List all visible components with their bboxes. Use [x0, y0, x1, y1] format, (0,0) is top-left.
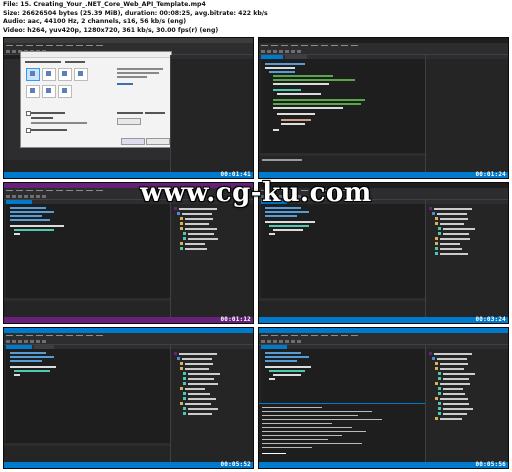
output-panel: [4, 160, 170, 172]
audio-info-line: Audio: aac, 44100 Hz, 2 channels, s16, 5…: [3, 18, 187, 26]
output-panel: [259, 301, 425, 317]
template-web-app[interactable]: [58, 68, 72, 81]
new-project-dialog[interactable]: [20, 51, 172, 148]
solution-explorer[interactable]: [170, 345, 253, 462]
video-frame-2: 00:01:24: [258, 37, 509, 179]
code-editor[interactable]: [6, 349, 172, 446]
change-auth-button[interactable]: [117, 118, 141, 125]
file-size-line: Size: 26626504 bytes (25.39 MiB), durati…: [3, 9, 268, 17]
enable-docker-checkbox[interactable]: [26, 111, 31, 116]
template-mvc[interactable]: [74, 68, 88, 81]
solution-explorer[interactable]: [425, 200, 508, 317]
ok-button[interactable]: [121, 138, 145, 145]
file-name-line: File: 15. Creating_Your_.NET_Core_Web_AP…: [3, 1, 206, 8]
solution-explorer[interactable]: [425, 345, 508, 462]
template-empty[interactable]: [26, 68, 40, 81]
code-editor[interactable]: [261, 204, 427, 301]
status-bar: 00:01:12: [4, 317, 253, 323]
template-react-redux[interactable]: [58, 85, 72, 98]
code-editor[interactable]: [6, 204, 172, 301]
code-editor[interactable]: [261, 349, 427, 404]
frame-timestamp: 00:03:24: [475, 316, 506, 323]
toolbar[interactable]: [259, 338, 508, 345]
video-info-header: File: 15. Creating_Your_.NET_Core_Web_AP…: [0, 0, 512, 36]
thumbnail-grid: 00:01:41 00:01:24 00:01:12 00:03:24 00:0…: [3, 37, 509, 469]
output-panel: [259, 156, 425, 172]
dialog-titlebar: [21, 52, 171, 58]
video-frame-6: 00:05:56: [258, 327, 509, 469]
output-panel: [4, 301, 170, 317]
toolbar[interactable]: [259, 48, 508, 55]
frame-timestamp: 00:05:56: [475, 461, 506, 468]
template-web-api[interactable]: [42, 68, 56, 81]
solution-explorer[interactable]: [170, 55, 253, 172]
watermark: www.cg-ku.com: [140, 178, 372, 208]
package-manager-console[interactable]: [259, 403, 425, 462]
status-bar: 00:05:52: [4, 462, 253, 468]
frame-timestamp: 00:01:12: [220, 316, 251, 323]
toolbar[interactable]: [4, 338, 253, 345]
cancel-button[interactable]: [146, 138, 170, 145]
video-frame-5: 00:05:52: [3, 327, 254, 469]
configure-https-checkbox[interactable]: [26, 128, 31, 133]
video-frame-1: 00:01:41: [3, 37, 254, 179]
frame-timestamp: 00:05:52: [220, 461, 251, 468]
status-bar: 00:03:24: [259, 317, 508, 323]
template-angular[interactable]: [26, 85, 40, 98]
template-react[interactable]: [42, 85, 56, 98]
solution-explorer[interactable]: [170, 200, 253, 317]
output-panel: [4, 446, 170, 462]
video-info-line: Video: h264, yuv420p, 1280x720, 361 kb/s…: [3, 26, 219, 34]
solution-explorer[interactable]: [425, 55, 508, 172]
status-bar: 00:05:56: [259, 462, 508, 468]
code-editor[interactable]: [261, 59, 427, 156]
